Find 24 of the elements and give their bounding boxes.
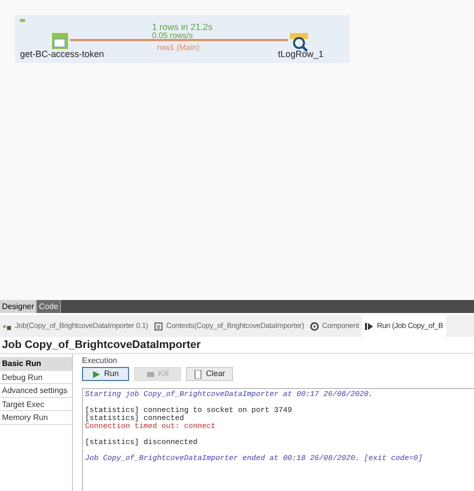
file-icon — [50, 31, 70, 51]
sidebar-item[interactable]: Target Exec — [0, 398, 72, 411]
document-icon — [194, 370, 203, 378]
section-title: Execution — [82, 355, 118, 366]
link-stats: 1 rows in 21.2s — [152, 21, 213, 32]
play-icon — [365, 322, 374, 330]
stop-icon — [146, 370, 156, 378]
sidebar-item[interactable]: Debug Run — [0, 370, 72, 384]
play-icon — [92, 370, 102, 378]
sidebar-item[interactable]: Memory Run — [0, 411, 72, 424]
link-label: row1 (Main) — [157, 42, 200, 54]
clear-button[interactable]: Clear — [186, 367, 233, 381]
node-label: tLogRow_1 — [278, 48, 324, 61]
document-icon — [154, 322, 164, 330]
node-label: get-BC-access-token — [20, 48, 104, 61]
subjob-marker — [20, 19, 25, 22]
link-rate: 0.05 rows/s — [152, 30, 193, 42]
magnifier-icon — [289, 32, 309, 52]
job-title: Job Copy_of_BrightcoveDataImporter — [1, 338, 202, 353]
sidebar-item[interactable]: Advanced settings — [0, 384, 72, 398]
editor-tab[interactable]: Designer — [0, 300, 38, 313]
run-button[interactable]: Run — [82, 367, 129, 381]
sidebar-item[interactable]: Basic Run — [0, 357, 72, 370]
editor-tab[interactable]: Code — [37, 300, 62, 313]
